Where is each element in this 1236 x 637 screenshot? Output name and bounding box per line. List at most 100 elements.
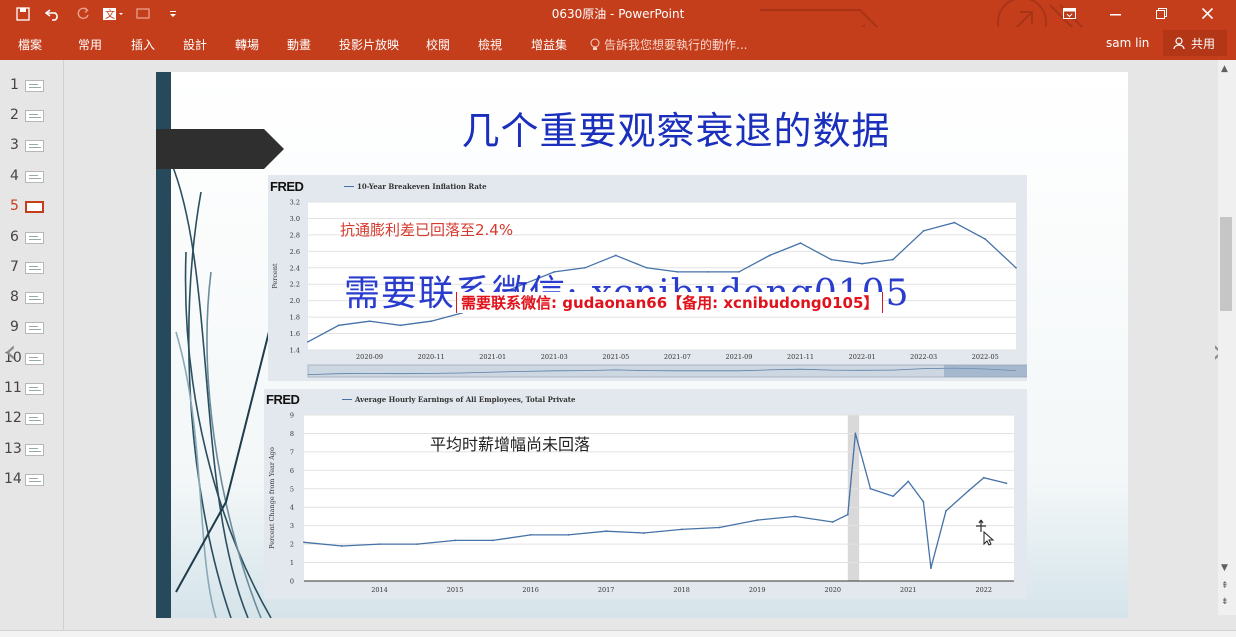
data-point	[416, 543, 419, 546]
thumbnail-number: 8	[10, 289, 19, 305]
tab-home[interactable]: 常用	[78, 36, 102, 53]
data-point	[953, 221, 956, 224]
data-point	[967, 489, 970, 492]
thumbnail-1[interactable]: 1	[0, 76, 64, 96]
x-tick-label: 2022-03	[910, 353, 937, 361]
thumbnail-preview	[25, 353, 44, 365]
tab-design[interactable]: 設計	[183, 36, 207, 53]
data-point	[922, 229, 925, 232]
status-bar	[0, 630, 1236, 637]
thumbnail-preview	[25, 80, 44, 92]
thumbnail-14[interactable]: 14	[0, 470, 64, 490]
scrollbar-thumb[interactable]	[1220, 217, 1232, 311]
data-point	[303, 541, 305, 544]
data-point	[945, 510, 947, 512]
data-point	[794, 515, 796, 518]
previous-slide-icon[interactable]: ‹	[4, 332, 17, 370]
restore-icon[interactable]	[1138, 2, 1184, 24]
y-tick-label: 1.6	[290, 330, 300, 338]
tab-insert[interactable]: 插入	[131, 36, 155, 53]
ribbon-display-options-icon[interactable]	[1046, 2, 1092, 24]
cursor-icon	[976, 519, 995, 546]
tab-review[interactable]: 校閱	[426, 36, 450, 53]
x-tick-label: 2021-01	[479, 353, 506, 361]
next-slide-scroll-icon[interactable]: ⇟	[1221, 597, 1229, 607]
slide-canvas[interactable]: 几个重要观察衰退的数据 FRED 10-Year Breakeven Infla…	[156, 72, 1128, 618]
y-axis-label: Percent Change from Year Ago	[268, 447, 276, 549]
thumbnail-5-active[interactable]: 5	[0, 197, 64, 217]
thumbnail-13[interactable]: 13	[0, 440, 64, 460]
x-tick-label: 2015	[447, 586, 464, 594]
thumbnail-preview	[25, 140, 44, 152]
y-tick-label: 8	[290, 430, 294, 438]
data-point	[854, 432, 857, 435]
x-tick-label: 2021-03	[541, 353, 568, 361]
tab-transitions[interactable]: 轉場	[235, 36, 259, 53]
thumbnail-preview	[25, 232, 44, 244]
thumbnail-preview	[25, 322, 44, 334]
thumbnail-2[interactable]: 2	[0, 106, 64, 126]
x-tick-label: 2022	[976, 586, 993, 594]
thumbnail-8[interactable]: 8	[0, 288, 64, 308]
y-tick-label: 1.4	[290, 347, 300, 355]
previous-slide-scroll-icon[interactable]: ⇞	[1221, 581, 1229, 591]
data-point	[982, 476, 985, 479]
tab-animations[interactable]: 動畫	[287, 36, 311, 53]
chart-average-hourly-earnings[interactable]: FRED Average Hourly Earnings of All Empl…	[264, 389, 1027, 599]
tab-view[interactable]: 檢視	[478, 36, 502, 53]
thumbnail-number: 4	[10, 168, 19, 184]
data-point	[768, 254, 771, 257]
x-tick-label: 2017	[598, 586, 615, 594]
title-bar: 文 0630原油 - PowerPoint	[0, 0, 1236, 47]
y-tick-label: 6	[290, 467, 294, 475]
y-tick-label: 2	[290, 541, 294, 549]
minimize-icon[interactable]	[1092, 2, 1138, 24]
annotation-wages[interactable]: 平均时薪增幅尚未回落	[430, 431, 590, 455]
thumbnail-7[interactable]: 7	[0, 258, 64, 278]
data-point	[368, 320, 371, 323]
data-point	[605, 530, 608, 533]
y-tick-label: 7	[290, 448, 294, 456]
thumbnail-number: 7	[10, 259, 19, 275]
thumbnail-12[interactable]: 12	[0, 409, 64, 429]
data-point	[892, 495, 895, 498]
share-button[interactable]: 共用	[1163, 30, 1227, 56]
share-label: 共用	[1191, 36, 1216, 51]
data-point	[984, 238, 987, 240]
thumbnail-6[interactable]: 6	[0, 228, 64, 248]
x-tick-label: 2020-09	[356, 353, 383, 361]
tab-file[interactable]: 檔案	[18, 36, 42, 53]
user-name[interactable]: sam lin	[1106, 36, 1149, 50]
thumbnail-preview	[25, 383, 44, 395]
y-tick-label: 5	[290, 485, 294, 493]
tell-me-box[interactable]: 告訴我您想要執行的動作...	[590, 36, 747, 53]
slide-title[interactable]: 几个重要观察衰退的数据	[336, 100, 1016, 155]
data-point	[567, 533, 570, 536]
thumbnail-preview	[25, 262, 44, 274]
scroll-down-icon[interactable]: ▼	[1221, 563, 1228, 573]
thumbnail-number: 6	[10, 229, 19, 245]
y-tick-label: 1.8	[290, 314, 300, 322]
thumbnail-number: 2	[10, 107, 19, 123]
y-tick-label: 2.8	[290, 231, 300, 239]
tab-slideshow[interactable]: 投影片放映	[339, 36, 399, 53]
data-point	[869, 487, 872, 490]
x-tick-label: 2022-01	[849, 353, 876, 361]
y-tick-label: 9	[290, 412, 294, 420]
tab-addins[interactable]: 增益集	[531, 36, 567, 53]
thumbnail-4[interactable]: 4	[0, 167, 64, 187]
thumbnail-3[interactable]: 3	[0, 136, 64, 156]
x-tick-label: 2021-09	[725, 353, 752, 361]
scroll-up-icon[interactable]: ▲	[1221, 64, 1228, 74]
annotation-breakeven[interactable]: 抗通膨利差已回落至2.4%	[340, 219, 513, 240]
data-point	[529, 533, 532, 536]
data-point	[830, 258, 833, 261]
close-icon[interactable]	[1184, 2, 1230, 24]
vertical-scrollbar[interactable]: ▲ ▼ ⇞ ⇟	[1218, 60, 1236, 615]
thumbnail-number: 5	[10, 198, 19, 214]
thumbnail-11[interactable]: 11	[0, 379, 64, 399]
thumbnail-number: 12	[4, 410, 22, 426]
navigator-selection[interactable]	[944, 365, 1027, 377]
range-navigator[interactable]	[307, 364, 1027, 378]
data-point	[1015, 266, 1017, 269]
